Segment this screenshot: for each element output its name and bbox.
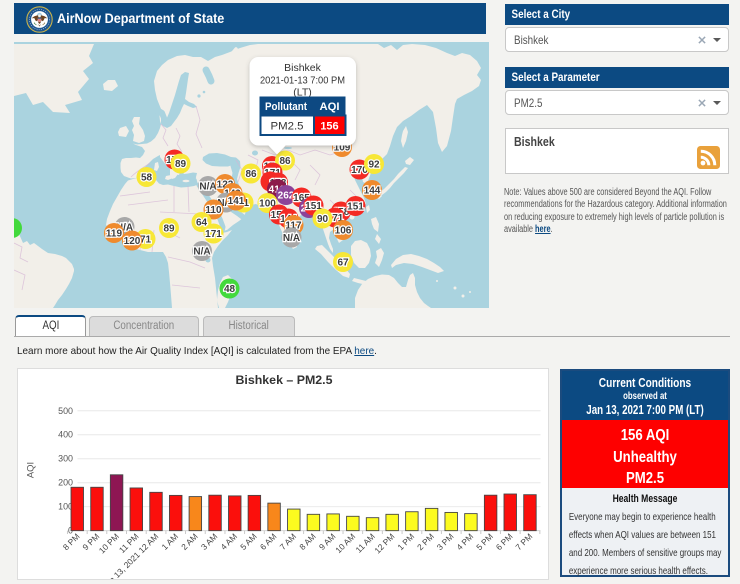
- svg-text:144: 144: [364, 186, 381, 197]
- svg-text:4 PM: 4 PM: [454, 531, 475, 552]
- svg-text:106: 106: [335, 226, 352, 237]
- svg-text:119: 119: [106, 229, 123, 240]
- svg-text:171: 171: [205, 229, 222, 240]
- svg-text:4 AM: 4 AM: [219, 531, 240, 552]
- svg-text:2 PM: 2 PM: [415, 531, 436, 552]
- svg-text:Bishkek: Bishkek: [284, 62, 322, 74]
- svg-text:12 PM: 12 PM: [372, 531, 396, 555]
- svg-text:6 PM: 6 PM: [494, 531, 515, 552]
- svg-text:500: 500: [58, 406, 73, 416]
- svg-text:N/A: N/A: [283, 233, 300, 244]
- svg-text:N/A: N/A: [193, 247, 210, 258]
- svg-text:11 AM: 11 AM: [353, 531, 376, 554]
- svg-text:400: 400: [58, 430, 73, 440]
- svg-text:7 AM: 7 AM: [278, 531, 299, 552]
- svg-text:89: 89: [163, 224, 175, 235]
- svg-text:141: 141: [228, 196, 245, 207]
- svg-text:300: 300: [58, 454, 73, 464]
- svg-text:48: 48: [224, 284, 236, 295]
- svg-text:N/A: N/A: [199, 182, 216, 193]
- svg-text:151: 151: [347, 202, 364, 213]
- svg-text:3 AM: 3 AM: [199, 531, 220, 552]
- svg-text:90: 90: [317, 214, 329, 225]
- svg-text:AQI: AQI: [320, 101, 340, 113]
- svg-text:5 PM: 5 PM: [474, 531, 495, 552]
- svg-text:7 PM: 7 PM: [513, 531, 534, 552]
- svg-text:120: 120: [124, 236, 141, 247]
- svg-text:200: 200: [58, 478, 73, 488]
- svg-text:86: 86: [245, 169, 257, 180]
- svg-text:58: 58: [141, 173, 153, 184]
- svg-text:8 AM: 8 AM: [297, 531, 318, 552]
- svg-text:89: 89: [175, 159, 187, 170]
- svg-text:Pollutant: Pollutant: [265, 101, 307, 113]
- svg-text:64: 64: [196, 218, 208, 229]
- svg-text:67: 67: [337, 258, 349, 269]
- svg-text:1 PM: 1 PM: [395, 531, 416, 552]
- svg-text:86: 86: [279, 156, 291, 167]
- svg-text:1 AM: 1 AM: [159, 531, 180, 552]
- svg-text:5 AM: 5 AM: [238, 531, 259, 552]
- svg-text:10 AM: 10 AM: [333, 531, 357, 555]
- svg-text:92: 92: [368, 160, 380, 171]
- svg-text:PM2.5: PM2.5: [271, 121, 304, 133]
- svg-text:8 PM: 8 PM: [61, 531, 82, 552]
- svg-text:156: 156: [320, 121, 338, 133]
- svg-text:2021-01-13 7:00 PM: 2021-01-13 7:00 PM: [260, 75, 345, 87]
- svg-text:2 AM: 2 AM: [179, 531, 200, 552]
- svg-text:3 PM: 3 PM: [435, 531, 456, 552]
- svg-text:6 AM: 6 AM: [258, 531, 279, 552]
- svg-text:10 PM: 10 PM: [97, 531, 121, 555]
- svg-text:AQI: AQI: [24, 462, 35, 478]
- svg-text:Bishkek – PM2.5: Bishkek – PM2.5: [235, 373, 332, 387]
